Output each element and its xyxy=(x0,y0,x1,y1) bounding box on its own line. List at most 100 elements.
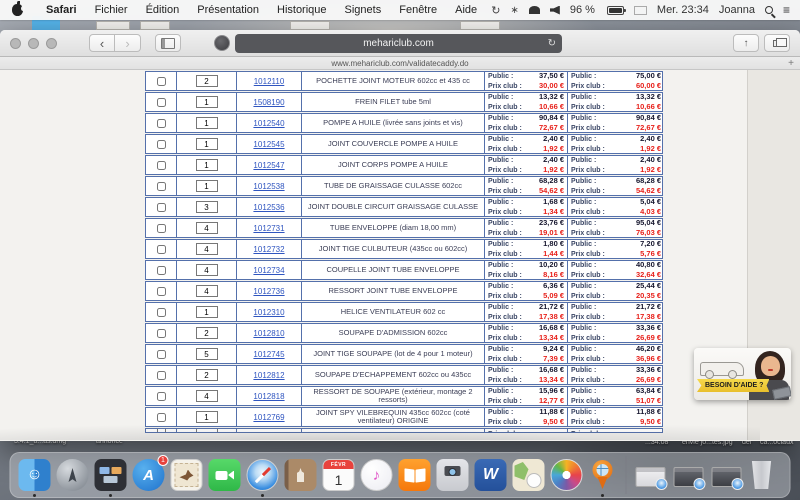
mail-dock-icon[interactable] xyxy=(171,459,203,491)
menu-fenetre[interactable]: Fenêtre xyxy=(390,4,446,16)
quantity-input[interactable] xyxy=(196,159,218,171)
quantity-input[interactable] xyxy=(196,75,218,87)
trash-dock-icon[interactable] xyxy=(750,461,774,489)
minimize-window-button[interactable] xyxy=(28,38,39,49)
menu-signets[interactable]: Signets xyxy=(336,4,391,16)
part-ref-link[interactable]: 1012110 xyxy=(254,77,285,86)
part-ref-link[interactable]: 1012545 xyxy=(253,140,284,149)
row-checkbox[interactable] xyxy=(157,392,166,401)
volume-icon[interactable] xyxy=(550,6,560,15)
row-checkbox[interactable] xyxy=(157,350,166,359)
quantity-input[interactable] xyxy=(196,138,218,150)
quantity-input[interactable] xyxy=(196,285,218,297)
zoom-window-button[interactable] xyxy=(46,38,57,49)
row-checkbox[interactable] xyxy=(157,182,166,191)
contacts-dock-icon[interactable] xyxy=(285,459,317,491)
back-button[interactable]: ‹ xyxy=(89,34,115,52)
calendar-dock-icon[interactable]: FÉVR1 xyxy=(323,459,355,491)
minimized-window-thumbnail[interactable] xyxy=(712,467,742,487)
battery-icon[interactable] xyxy=(607,6,624,15)
help-ribbon[interactable]: BESOIN D'AIDE ? xyxy=(697,379,769,392)
address-bar[interactable]: mehariclub.com ↻ xyxy=(235,34,562,53)
row-checkbox[interactable] xyxy=(157,224,166,233)
row-checkbox[interactable] xyxy=(157,287,166,296)
part-ref-link[interactable]: 1012310 xyxy=(253,308,284,317)
map-pin-dock-icon[interactable] xyxy=(591,459,615,491)
new-tab-button[interactable]: + xyxy=(788,58,794,69)
row-checkbox[interactable] xyxy=(157,119,166,128)
spotlight-icon[interactable] xyxy=(765,6,773,14)
row-checkbox[interactable] xyxy=(157,161,166,170)
close-window-button[interactable] xyxy=(10,38,21,49)
word-dock-icon[interactable]: W xyxy=(475,459,507,491)
row-checkbox[interactable] xyxy=(157,140,166,149)
extension-icon[interactable] xyxy=(214,35,230,51)
row-checkbox[interactable] xyxy=(157,266,166,275)
part-ref-link[interactable]: 1012547 xyxy=(253,161,284,170)
quantity-input[interactable] xyxy=(196,327,218,339)
photos-dock-icon[interactable] xyxy=(551,459,583,491)
part-ref-link[interactable]: 1012736 xyxy=(253,287,284,296)
row-checkbox[interactable] xyxy=(157,245,166,254)
menu-historique[interactable]: Historique xyxy=(268,4,336,16)
quantity-input[interactable] xyxy=(196,243,218,255)
minimized-window-thumbnail[interactable] xyxy=(636,467,666,487)
menu-safari[interactable]: Safari xyxy=(37,4,86,16)
part-ref-link[interactable]: 1012540 xyxy=(253,119,284,128)
active-tab[interactable]: www.mehariclub.com/validatecaddy.do xyxy=(331,59,468,68)
reload-icon[interactable]: ↻ xyxy=(548,38,556,49)
part-ref-link[interactable]: 1012734 xyxy=(253,266,284,275)
maps-dock-icon[interactable] xyxy=(513,459,545,491)
part-ref-link[interactable]: 1508190 xyxy=(253,98,284,107)
forward-button[interactable]: › xyxy=(115,34,141,52)
menu-presentation[interactable]: Présentation xyxy=(188,4,268,16)
part-ref-link[interactable]: 1012745 xyxy=(253,350,284,359)
quantity-input[interactable] xyxy=(196,117,218,129)
quantity-input[interactable] xyxy=(196,222,218,234)
menu-aide[interactable]: Aide xyxy=(446,4,486,16)
row-checkbox[interactable] xyxy=(157,98,166,107)
window-controls[interactable] xyxy=(10,38,57,49)
row-checkbox[interactable] xyxy=(157,308,166,317)
image-capture-dock-icon[interactable] xyxy=(437,459,469,491)
tab-overview-button[interactable] xyxy=(764,34,790,52)
part-ref-link[interactable]: 1012818 xyxy=(253,392,284,401)
time-machine-icon[interactable]: ↻ xyxy=(491,4,500,17)
part-ref-link[interactable]: 1012731 xyxy=(253,224,284,233)
part-ref-link[interactable]: 1012538 xyxy=(253,182,284,191)
finder-dock-icon[interactable]: ☺ xyxy=(19,459,51,491)
keyboard-flag-icon[interactable] xyxy=(634,6,647,15)
help-widget[interactable]: BESOIN D'AIDE ? xyxy=(694,348,791,400)
menu-edition[interactable]: Édition xyxy=(137,4,189,16)
row-checkbox[interactable] xyxy=(157,77,166,86)
status-menu-icon[interactable]: ∗ xyxy=(510,5,518,16)
minimized-window-thumbnail[interactable] xyxy=(674,467,704,487)
row-checkbox[interactable] xyxy=(157,371,166,380)
launchpad-dock-icon[interactable] xyxy=(57,459,89,491)
itunes-dock-icon[interactable]: ♪ xyxy=(361,459,393,491)
quantity-input[interactable] xyxy=(196,96,218,108)
quantity-input[interactable] xyxy=(196,180,218,192)
facetime-dock-icon[interactable] xyxy=(209,459,241,491)
quantity-input[interactable] xyxy=(196,306,218,318)
notification-center-icon[interactable]: ≡ xyxy=(783,4,790,16)
quantity-input[interactable] xyxy=(196,369,218,381)
apple-menu-icon[interactable] xyxy=(12,4,23,16)
quantity-input[interactable] xyxy=(196,264,218,276)
mission-control-dock-icon[interactable] xyxy=(95,459,127,491)
safari-dock-icon[interactable] xyxy=(247,459,279,491)
share-button[interactable]: ↑ xyxy=(733,34,759,52)
menu-fichier[interactable]: Fichier xyxy=(86,4,137,16)
quantity-input[interactable] xyxy=(196,201,218,213)
menubar-user[interactable]: Joanna xyxy=(719,4,755,16)
quantity-input[interactable] xyxy=(196,348,218,360)
part-ref-link[interactable]: 1012536 xyxy=(253,203,284,212)
row-checkbox[interactable] xyxy=(157,203,166,212)
part-ref-link[interactable]: 1012732 xyxy=(253,245,284,254)
sidebar-button[interactable] xyxy=(155,34,181,52)
quantity-input[interactable] xyxy=(196,390,218,402)
part-ref-link[interactable]: 1012810 xyxy=(253,329,284,338)
part-ref-link[interactable]: 1012812 xyxy=(253,371,284,380)
ibooks-dock-icon[interactable] xyxy=(399,459,431,491)
menubar-clock[interactable]: Mer. 23:34 xyxy=(657,4,709,16)
